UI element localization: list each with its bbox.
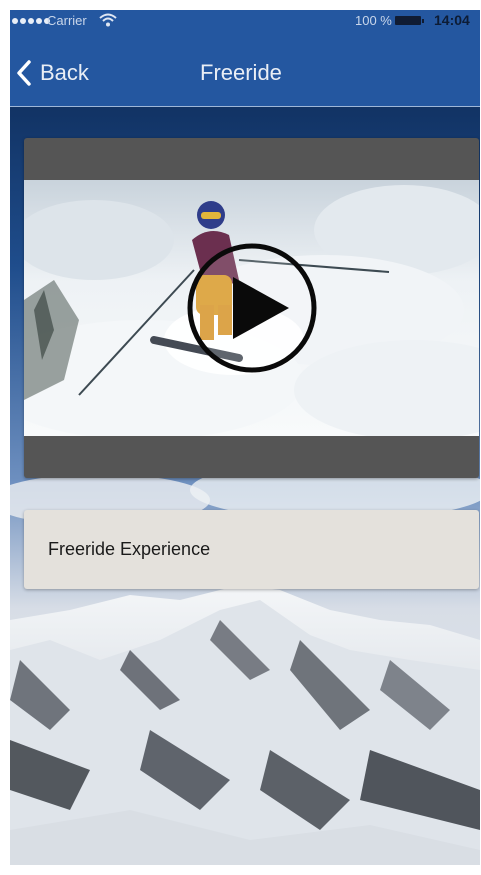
wifi-icon (99, 13, 117, 27)
battery-icon (395, 16, 424, 25)
chevron-left-icon (17, 60, 31, 86)
carrier-label: Carrier (47, 13, 87, 28)
app-screen: Carrier 100 % 14:04 Back Freeride Freeri… (10, 10, 480, 865)
battery-percent: 100 % (355, 13, 392, 28)
video-card (24, 138, 479, 478)
back-label: Back (40, 60, 89, 85)
navigation-bar: Carrier 100 % 14:04 Back Freeride (10, 10, 480, 107)
status-bar: Carrier 100 % 14:04 (10, 10, 480, 32)
page-title: Freeride (200, 60, 282, 85)
signal-dots-icon (12, 18, 50, 24)
video-thumbnail[interactable] (24, 180, 479, 436)
status-time: 14:04 (434, 12, 470, 28)
back-button[interactable]: Back (16, 58, 89, 88)
play-icon[interactable] (185, 241, 319, 375)
video-title-card[interactable]: Freeride Experience (24, 510, 479, 589)
nav-header: Back Freeride (10, 50, 480, 94)
video-title: Freeride Experience (48, 539, 211, 559)
